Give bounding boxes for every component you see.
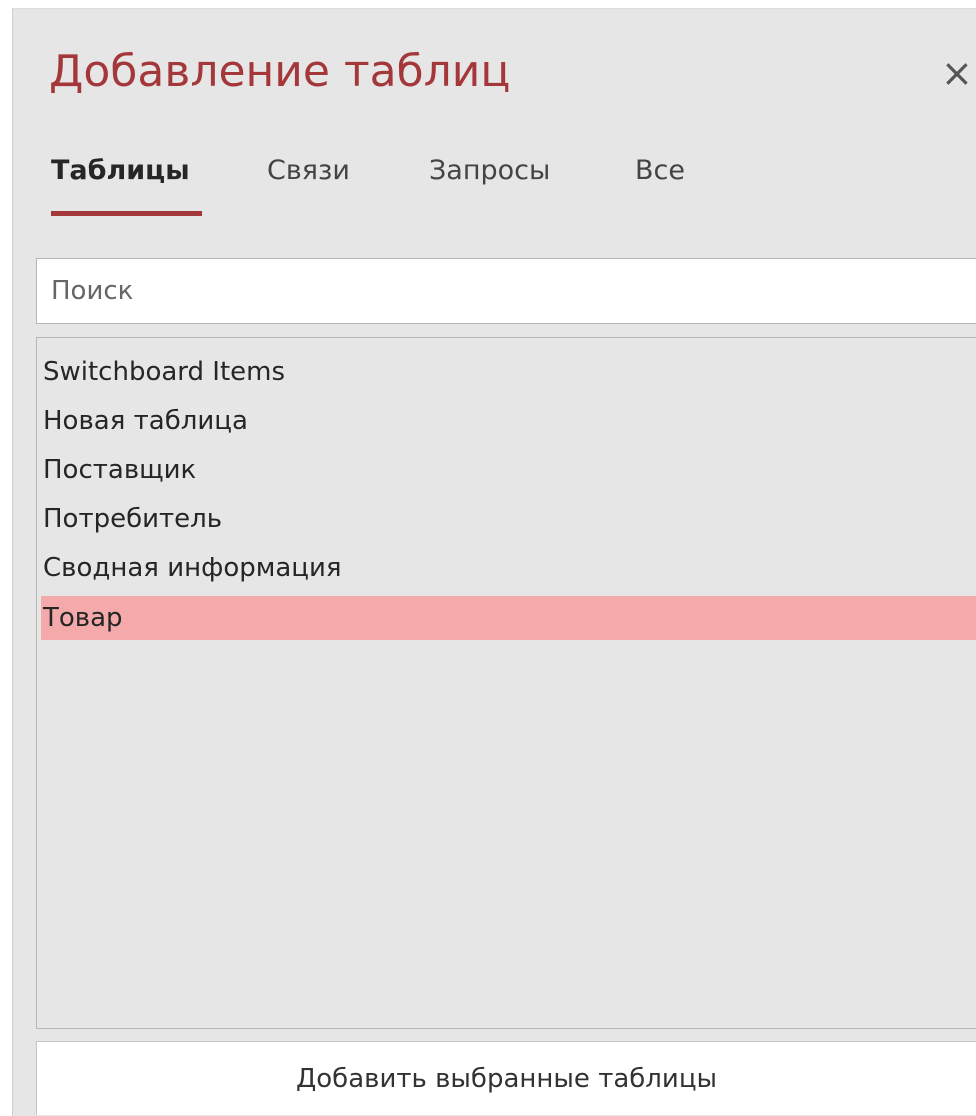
pane-title: Добавление таблиц [49, 46, 511, 97]
tab-tables[interactable]: Таблицы [51, 149, 190, 193]
list-item-switchboard-items[interactable]: Switchboard Items [41, 350, 976, 394]
list-item-supplier[interactable]: Поставщик [41, 448, 976, 492]
close-icon[interactable]: × [941, 45, 976, 101]
list-item-consumer[interactable]: Потребитель [41, 497, 976, 541]
search-input[interactable] [36, 258, 976, 324]
list-item-summary-info[interactable]: Сводная информация [41, 546, 976, 590]
add-selected-tables-button[interactable]: Добавить выбранные таблицы [36, 1041, 976, 1115]
tab-relations[interactable]: Связи [267, 149, 350, 193]
active-tab-indicator [51, 211, 202, 216]
tables-list: Switchboard Items Новая таблица Поставщи… [36, 337, 976, 1029]
tab-all[interactable]: Все [635, 149, 685, 193]
list-item-new-table[interactable]: Новая таблица [41, 399, 976, 443]
tab-queries[interactable]: Запросы [429, 149, 550, 193]
list-item-product[interactable]: Товар [41, 596, 976, 640]
